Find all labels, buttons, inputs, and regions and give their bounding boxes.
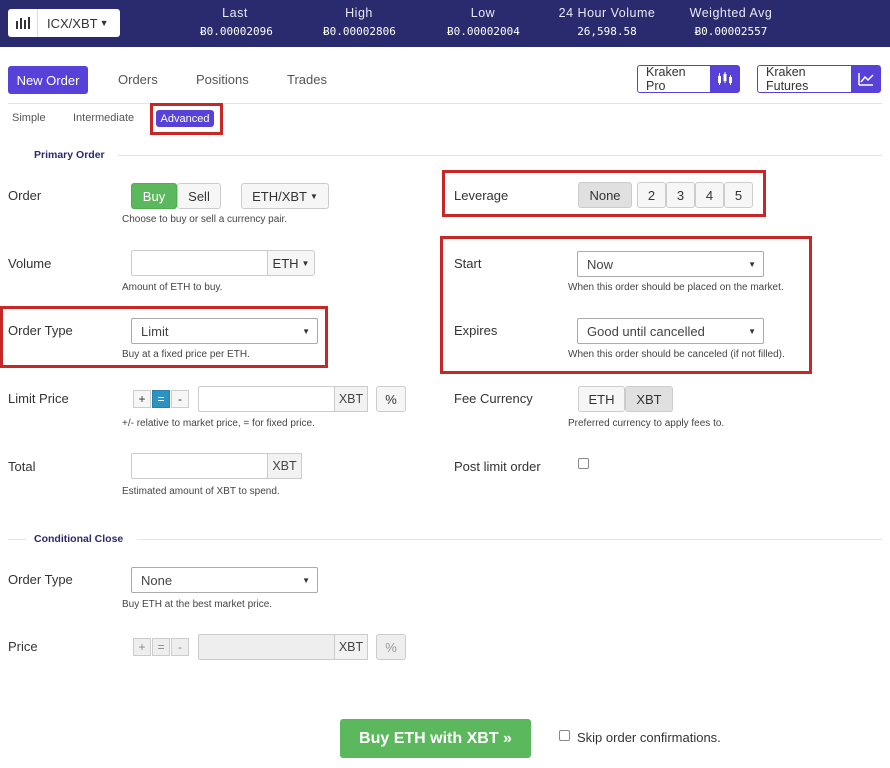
post-limit-checkbox[interactable]: [578, 458, 589, 469]
divider: [8, 103, 882, 104]
bar-chart-icon: [8, 9, 38, 37]
stat-high: High Ƀ0.00002806: [323, 6, 396, 38]
candlestick-icon: [710, 66, 739, 92]
stat-value: Ƀ0.00002557: [694, 25, 768, 38]
stat-value: 26,598.58: [577, 25, 637, 38]
minus-button[interactable]: -: [171, 390, 189, 408]
percent-button[interactable]: %: [376, 634, 406, 660]
conditional-order-type-label: Order Type: [8, 572, 73, 587]
total-unit-addon: XBT: [267, 453, 302, 479]
pair-selector-button[interactable]: ICX/XBT ▼: [8, 9, 120, 37]
volume-unit-dropdown[interactable]: ETH ▼: [267, 250, 315, 276]
total-input[interactable]: [131, 453, 268, 479]
minus-button[interactable]: -: [171, 638, 189, 656]
stat-label: High: [345, 6, 373, 20]
caret-down-icon: ▼: [301, 258, 310, 268]
stat-value: Ƀ0.00002096: [200, 25, 273, 38]
limit-price-hint: +/- relative to market price, = for fixe…: [122, 418, 315, 429]
kraken-pro-button[interactable]: Kraken Pro: [637, 65, 740, 93]
submit-order-button[interactable]: Buy ETH with XBT »: [340, 719, 531, 758]
limit-price-label: Limit Price: [8, 391, 69, 406]
stat-volume: 24 Hour Volume 26,598.58: [555, 6, 659, 38]
caret-down-icon: ▼: [302, 576, 310, 585]
conditional-price-input[interactable]: [198, 634, 335, 660]
conditional-order-type-hint: Buy ETH at the best market price.: [122, 599, 273, 610]
volume-hint: Amount of ETH to buy.: [122, 282, 223, 293]
plus-button[interactable]: +: [133, 638, 151, 656]
highlight-box: [440, 236, 812, 374]
volume-input[interactable]: [131, 250, 268, 276]
stat-last: Last Ƀ0.00002096: [200, 6, 273, 38]
limit-price-input[interactable]: [198, 386, 335, 412]
area-chart-icon: [851, 66, 880, 92]
ticker-bar: ICX/XBT ▼ Last Ƀ0.00002096 High Ƀ0.00002…: [0, 0, 890, 47]
fee-xbt-button[interactable]: XBT: [625, 386, 673, 412]
order-hint: Choose to buy or sell a currency pair.: [122, 214, 288, 225]
total-hint: Estimated amount of XBT to spend.: [122, 486, 280, 497]
currency-pair-dropdown[interactable]: ETH/XBT ▼: [241, 183, 329, 209]
plus-button[interactable]: +: [133, 390, 151, 408]
subtab-intermediate[interactable]: Intermediate: [73, 112, 134, 124]
post-limit-label: Post limit order: [454, 459, 541, 474]
percent-button[interactable]: %: [376, 386, 406, 412]
order-label: Order: [8, 188, 42, 203]
kraken-futures-button[interactable]: Kraken Futures: [757, 65, 881, 93]
highlight-box: [150, 103, 223, 135]
section-title-conditional: Conditional Close: [34, 533, 124, 545]
currency-pair-label: ETH/XBT: [252, 188, 307, 204]
divider: [118, 155, 882, 156]
tab-orders[interactable]: Orders: [118, 72, 158, 87]
stat-label: Low: [470, 6, 496, 20]
stat-low: Low Ƀ0.00002004: [447, 6, 520, 38]
conditional-price-label: Price: [8, 639, 38, 654]
equals-button[interactable]: =: [152, 390, 170, 408]
volume-unit-label: ETH: [272, 255, 299, 271]
conditional-order-type-select[interactable]: None ▼: [131, 567, 318, 593]
stat-value: Ƀ0.00002004: [447, 25, 520, 38]
stat-label: Last: [222, 6, 248, 20]
stat-value: Ƀ0.00002806: [323, 25, 396, 38]
sell-button[interactable]: Sell: [177, 183, 221, 209]
volume-label: Volume: [8, 256, 52, 271]
conditional-price-unit-addon: XBT: [334, 634, 368, 660]
divider: [8, 539, 26, 540]
caret-down-icon: ▼: [309, 191, 318, 201]
equals-button[interactable]: =: [152, 638, 170, 656]
stat-label: 24 Hour Volume: [558, 6, 656, 20]
limit-unit-addon: XBT: [334, 386, 368, 412]
highlight-box: [442, 170, 766, 217]
total-label: Total: [8, 459, 36, 474]
kraken-pro-label: Kraken Pro: [646, 65, 686, 93]
section-title-primary: Primary Order: [34, 149, 105, 161]
fee-eth-button[interactable]: ETH: [578, 386, 625, 412]
skip-confirmations-checkbox[interactable]: [559, 730, 570, 741]
fee-currency-hint: Preferred currency to apply fees to.: [568, 418, 725, 429]
highlight-box: [0, 306, 328, 368]
fee-currency-label: Fee Currency: [454, 391, 533, 406]
divider: [137, 539, 882, 540]
caret-down-icon: ▼: [99, 18, 109, 28]
pair-label: ICX/XBT: [47, 15, 98, 31]
tab-new-order[interactable]: New Order: [8, 66, 88, 94]
tab-positions[interactable]: Positions: [196, 72, 249, 87]
conditional-order-type-value: None: [141, 572, 173, 588]
buy-button[interactable]: Buy: [131, 183, 177, 209]
stat-weighted-avg: Weighted Avg Ƀ0.00002557: [685, 6, 777, 38]
tab-trades[interactable]: Trades: [287, 72, 327, 87]
skip-confirmations-label: Skip order confirmations.: [577, 730, 721, 745]
subtab-simple[interactable]: Simple: [12, 112, 46, 124]
kraken-futures-label: Kraken Futures: [766, 65, 809, 93]
stat-label: Weighted Avg: [689, 6, 773, 20]
